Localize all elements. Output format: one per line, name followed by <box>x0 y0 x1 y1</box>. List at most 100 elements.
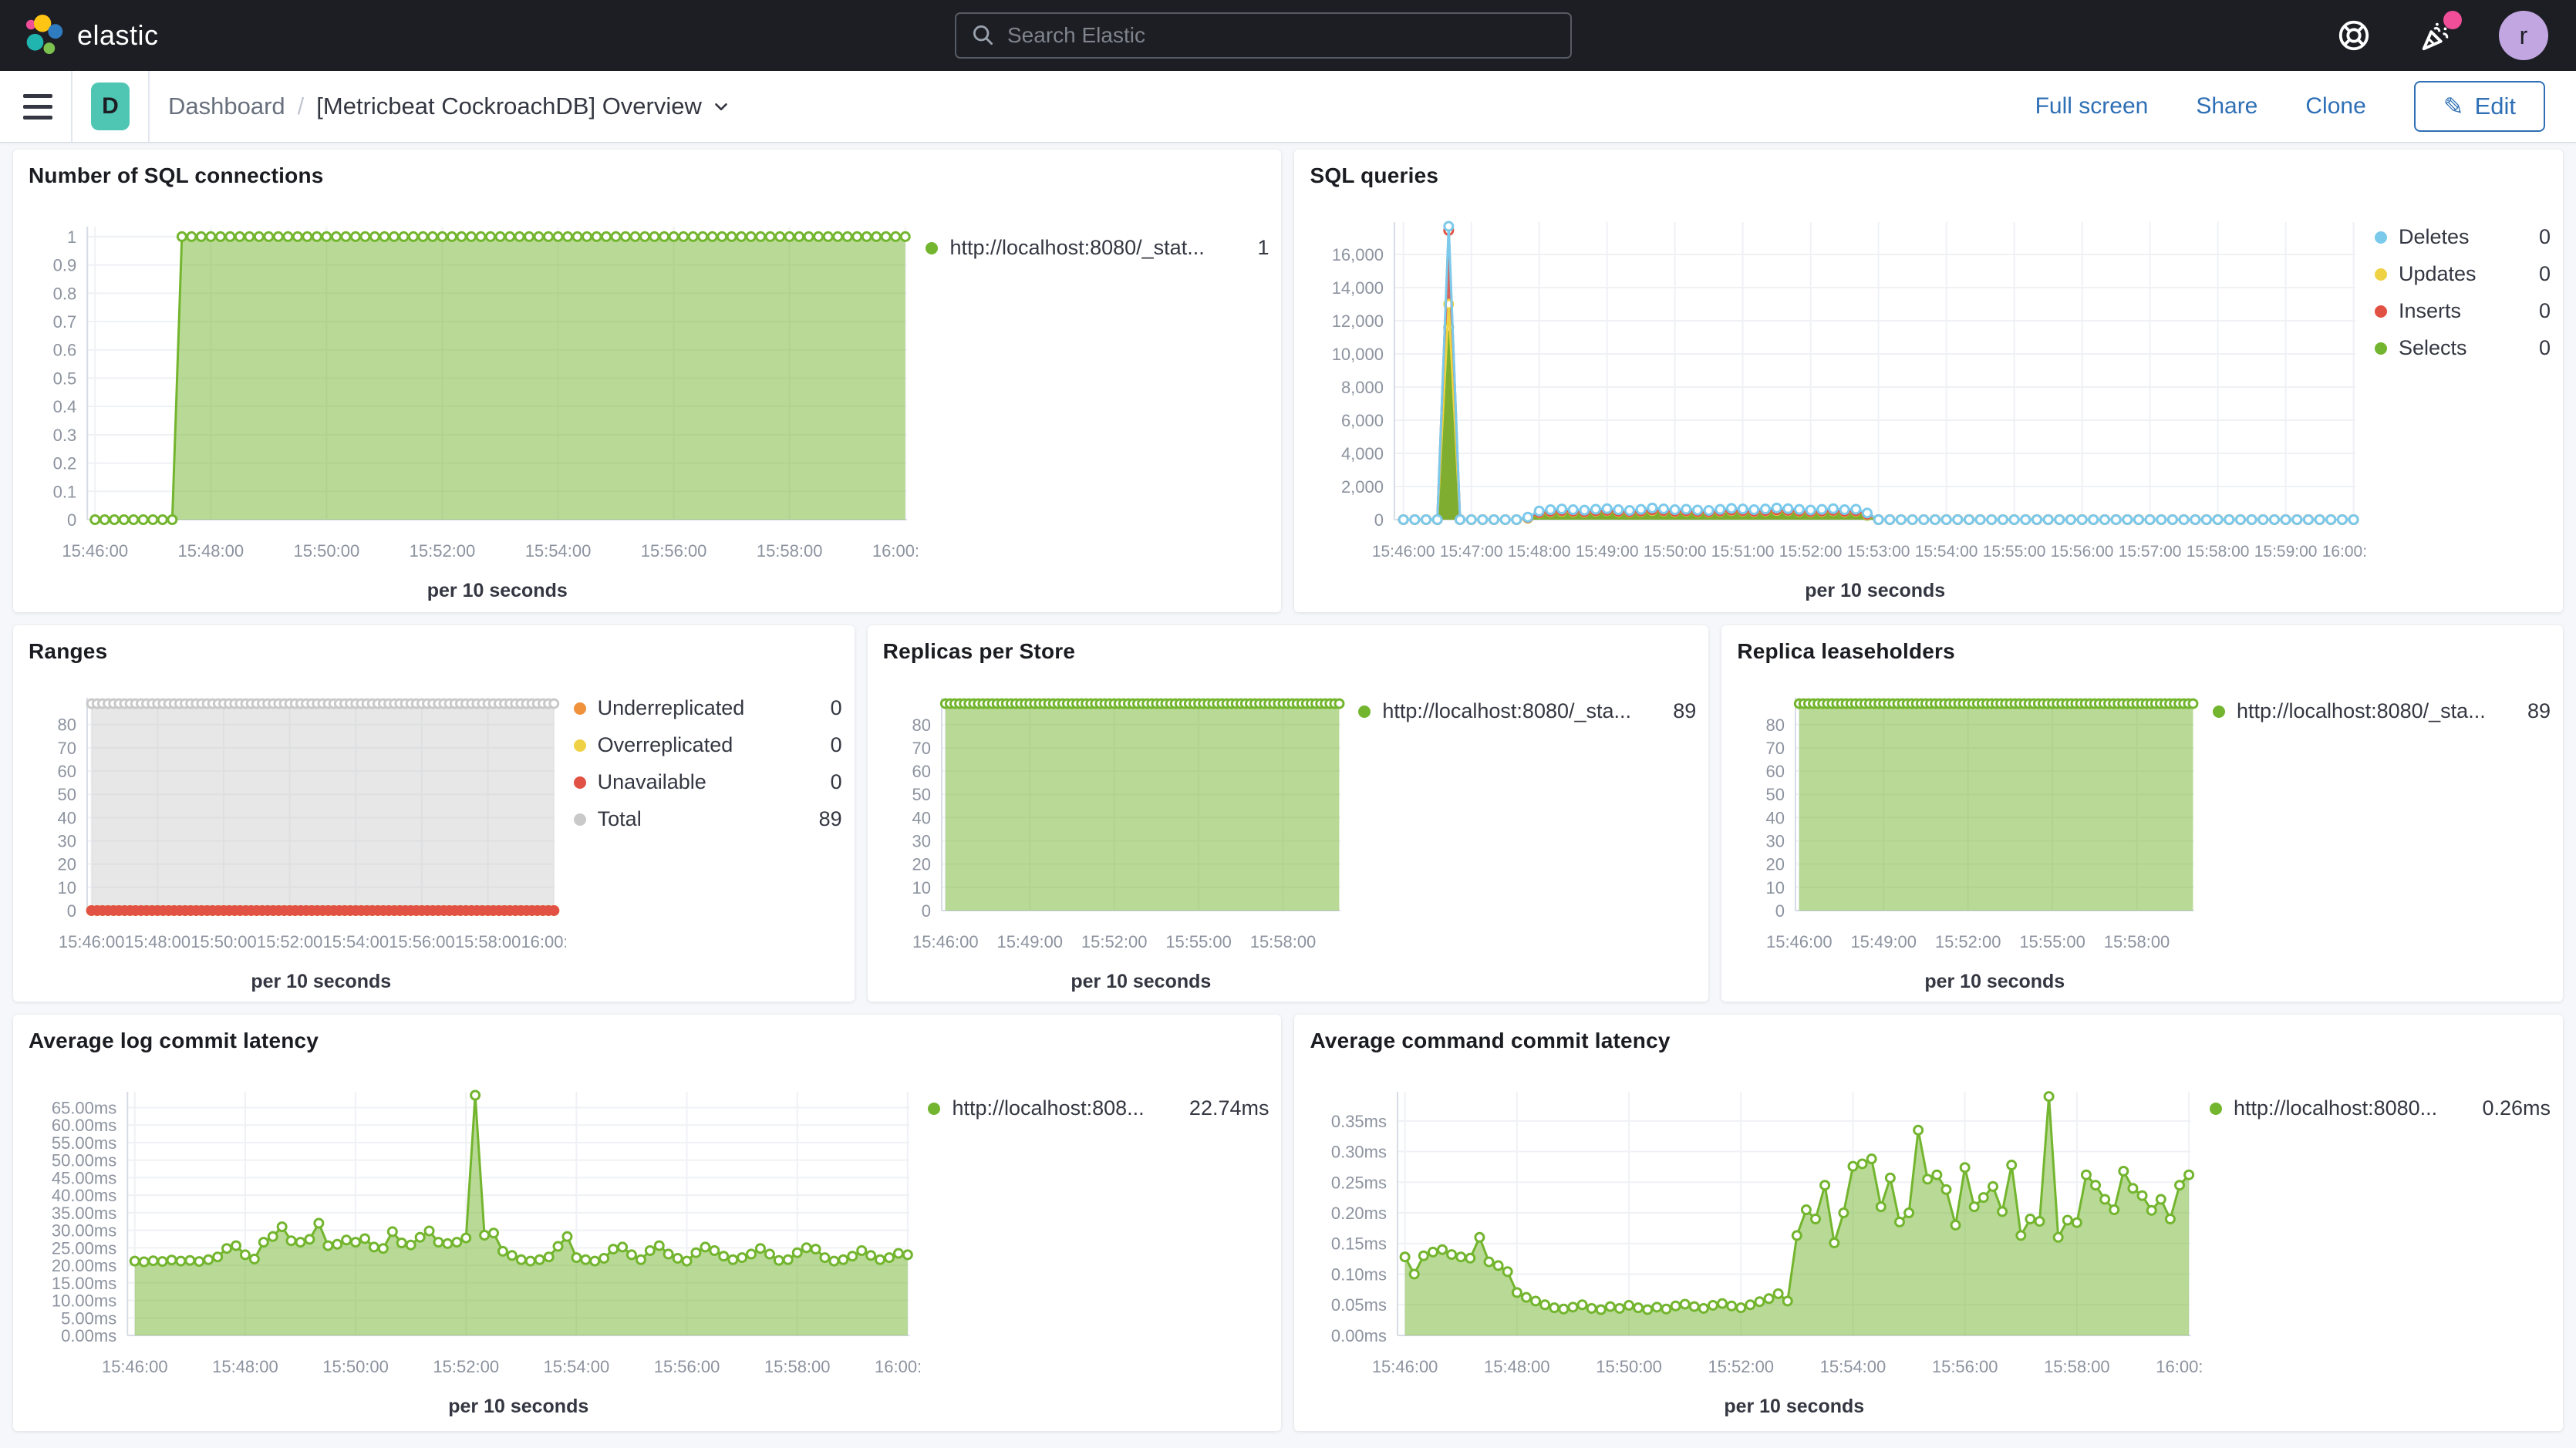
svg-text:15:52:00: 15:52:00 <box>1779 543 1843 561</box>
svg-text:50.00ms: 50.00ms <box>52 1151 116 1170</box>
legend-value: 0 <box>2539 225 2551 249</box>
svg-text:15:56:00: 15:56:00 <box>641 541 707 561</box>
dashboard-badge[interactable]: D <box>91 83 130 130</box>
legend-item[interactable]: http://localhost:8080...0.26ms <box>2210 1096 2551 1120</box>
help-button[interactable] <box>2335 17 2372 54</box>
life-ring-icon <box>2336 18 2372 53</box>
svg-text:per 10 seconds: per 10 seconds <box>251 971 391 992</box>
svg-text:80: 80 <box>1766 716 1785 735</box>
legend-item[interactable]: http://localhost:808...22.74ms <box>928 1096 1269 1120</box>
svg-text:70: 70 <box>912 739 930 758</box>
svg-text:15:52:00: 15:52:00 <box>433 1357 499 1376</box>
svg-text:0.15ms: 0.15ms <box>1331 1234 1387 1254</box>
menu-button[interactable] <box>23 94 52 120</box>
svg-text:15:48:00: 15:48:00 <box>212 1357 278 1376</box>
dashboard-actions: Full screen Share Clone ✎ Edit <box>2035 81 2545 132</box>
legend-value: 0 <box>831 733 842 757</box>
area-chart[interactable]: 15:46:0015:49:0015:52:0015:55:0015:58:00… <box>1734 667 2205 994</box>
panel-number-of-sql-connections: Number of SQL connections 15:46:0015:48:… <box>13 150 1281 612</box>
legend-label: http://localhost:8080/_sta... <box>2237 699 2512 723</box>
area-chart[interactable]: 15:46:0015:49:0015:52:0015:55:0015:58:00… <box>880 667 1351 994</box>
svg-text:0.9: 0.9 <box>53 256 77 275</box>
legend-item[interactable]: Underreplicated0 <box>574 696 842 720</box>
panel-average-command-commit-latency: Average command commit latency 15:46:001… <box>1294 1015 2563 1431</box>
svg-text:15:46:00: 15:46:00 <box>59 932 125 951</box>
legend-item[interactable]: Unavailable0 <box>574 770 842 794</box>
legend-item[interactable]: Selects0 <box>2375 336 2551 360</box>
svg-text:15:48:00: 15:48:00 <box>1508 543 1571 561</box>
svg-text:0.20ms: 0.20ms <box>1331 1204 1387 1223</box>
legend-item[interactable]: Overreplicated0 <box>574 733 842 757</box>
svg-text:15:48:00: 15:48:00 <box>125 932 191 951</box>
notification-dot <box>2443 11 2462 29</box>
clone-button[interactable]: Clone <box>2305 93 2365 120</box>
legend-item[interactable]: http://localhost:8080/_sta...89 <box>2213 699 2551 723</box>
svg-text:15:54:00: 15:54:00 <box>544 1357 610 1376</box>
legend-item[interactable]: Total89 <box>574 807 842 831</box>
svg-text:0: 0 <box>921 901 930 921</box>
legend-value: 0 <box>2539 262 2551 286</box>
panel-title: Number of SQL connections <box>29 163 1269 188</box>
svg-text:10,000: 10,000 <box>1332 345 1384 364</box>
svg-text:15:49:00: 15:49:00 <box>996 932 1063 951</box>
legend-label: Underreplicated <box>598 696 815 720</box>
dashboard-title-text: [Metricbeat CockroachDB] Overview <box>316 93 702 120</box>
area-chart[interactable]: 15:46:0015:48:0015:50:0015:52:0015:54:00… <box>25 1056 920 1423</box>
elastic-logo <box>22 14 65 57</box>
svg-text:15:49:00: 15:49:00 <box>1576 543 1639 561</box>
svg-text:15:58:00: 15:58:00 <box>757 541 823 561</box>
area-chart[interactable]: 15:46:0015:48:0015:50:0015:52:0015:54:00… <box>1307 1056 2202 1423</box>
search-input[interactable] <box>1007 23 1556 48</box>
full-screen-button[interactable]: Full screen <box>2035 93 2149 120</box>
panel-title: Ranges <box>29 639 842 664</box>
svg-text:15:58:00: 15:58:00 <box>2104 932 2170 951</box>
legend-item[interactable]: Inserts0 <box>2375 299 2551 323</box>
legend-value: 0.26ms <box>2482 1096 2551 1120</box>
legend-item[interactable]: http://localhost:8080/_stat...1 <box>926 236 1269 260</box>
svg-text:15:56:00: 15:56:00 <box>654 1357 720 1376</box>
brand[interactable]: elastic <box>22 14 159 57</box>
svg-text:15:54:00: 15:54:00 <box>1915 543 1978 561</box>
svg-text:4,000: 4,000 <box>1341 444 1384 463</box>
panel-replicas-per-store: Replicas per Store 15:46:0015:49:0015:52… <box>868 625 1709 1002</box>
legend-value: 1 <box>1257 236 1269 260</box>
svg-text:15:58:00: 15:58:00 <box>764 1357 831 1376</box>
legend-item[interactable]: Updates 0 <box>2375 262 2551 286</box>
svg-text:15:52:00: 15:52:00 <box>1708 1357 1775 1376</box>
legend-item[interactable]: http://localhost:8080/_sta...89 <box>1358 699 1696 723</box>
svg-text:40: 40 <box>58 808 76 827</box>
svg-text:30: 30 <box>1766 831 1785 850</box>
edit-button[interactable]: ✎ Edit <box>2414 81 2545 132</box>
chart-legend: Underreplicated0Overreplicated0Unavailab… <box>566 667 842 994</box>
svg-text:14,000: 14,000 <box>1332 278 1384 298</box>
svg-text:15:48:00: 15:48:00 <box>1485 1357 1551 1376</box>
share-button[interactable]: Share <box>2196 93 2257 120</box>
area-chart[interactable]: 15:46:0015:48:0015:50:0015:52:0015:54:00… <box>25 191 918 604</box>
legend-value: 89 <box>1673 699 1696 723</box>
news-feed-button[interactable] <box>2417 17 2454 54</box>
svg-text:12,000: 12,000 <box>1332 311 1384 331</box>
breadcrumb: Dashboard / [Metricbeat CockroachDB] Ove… <box>168 93 731 120</box>
legend-label: Updates <box>2399 262 2524 286</box>
area-chart[interactable]: 15:46:0015:48:0015:50:0015:52:0015:54:00… <box>25 667 566 994</box>
svg-text:0.1: 0.1 <box>53 482 77 501</box>
panel-average-log-commit-latency: Average log commit latency 15:46:0015:48… <box>13 1015 1281 1431</box>
svg-text:16:00:00: 16:00:00 <box>2322 543 2367 561</box>
svg-text:10: 10 <box>912 878 930 897</box>
legend-label: http://localhost:808... <box>952 1096 1173 1120</box>
svg-text:15:47:00: 15:47:00 <box>1440 543 1503 561</box>
avatar[interactable]: r <box>2499 11 2548 60</box>
svg-text:15:52:00: 15:52:00 <box>410 541 476 561</box>
dashboard-title[interactable]: [Metricbeat CockroachDB] Overview <box>316 93 731 120</box>
edit-button-label: Edit <box>2475 93 2516 120</box>
svg-text:60: 60 <box>1766 762 1785 781</box>
legend-item[interactable]: Deletes0 <box>2375 225 2551 249</box>
svg-text:0.5: 0.5 <box>53 369 77 388</box>
svg-text:55.00ms: 55.00ms <box>52 1133 116 1153</box>
global-search[interactable] <box>955 12 1572 59</box>
breadcrumb-dashboard[interactable]: Dashboard <box>168 93 285 120</box>
svg-text:5.00ms: 5.00ms <box>61 1308 116 1328</box>
area-chart[interactable]: 15:46:0015:47:0015:48:0015:49:0015:50:00… <box>1307 191 2367 604</box>
svg-text:20: 20 <box>1766 855 1785 874</box>
legend-color-dot <box>2375 342 2387 355</box>
